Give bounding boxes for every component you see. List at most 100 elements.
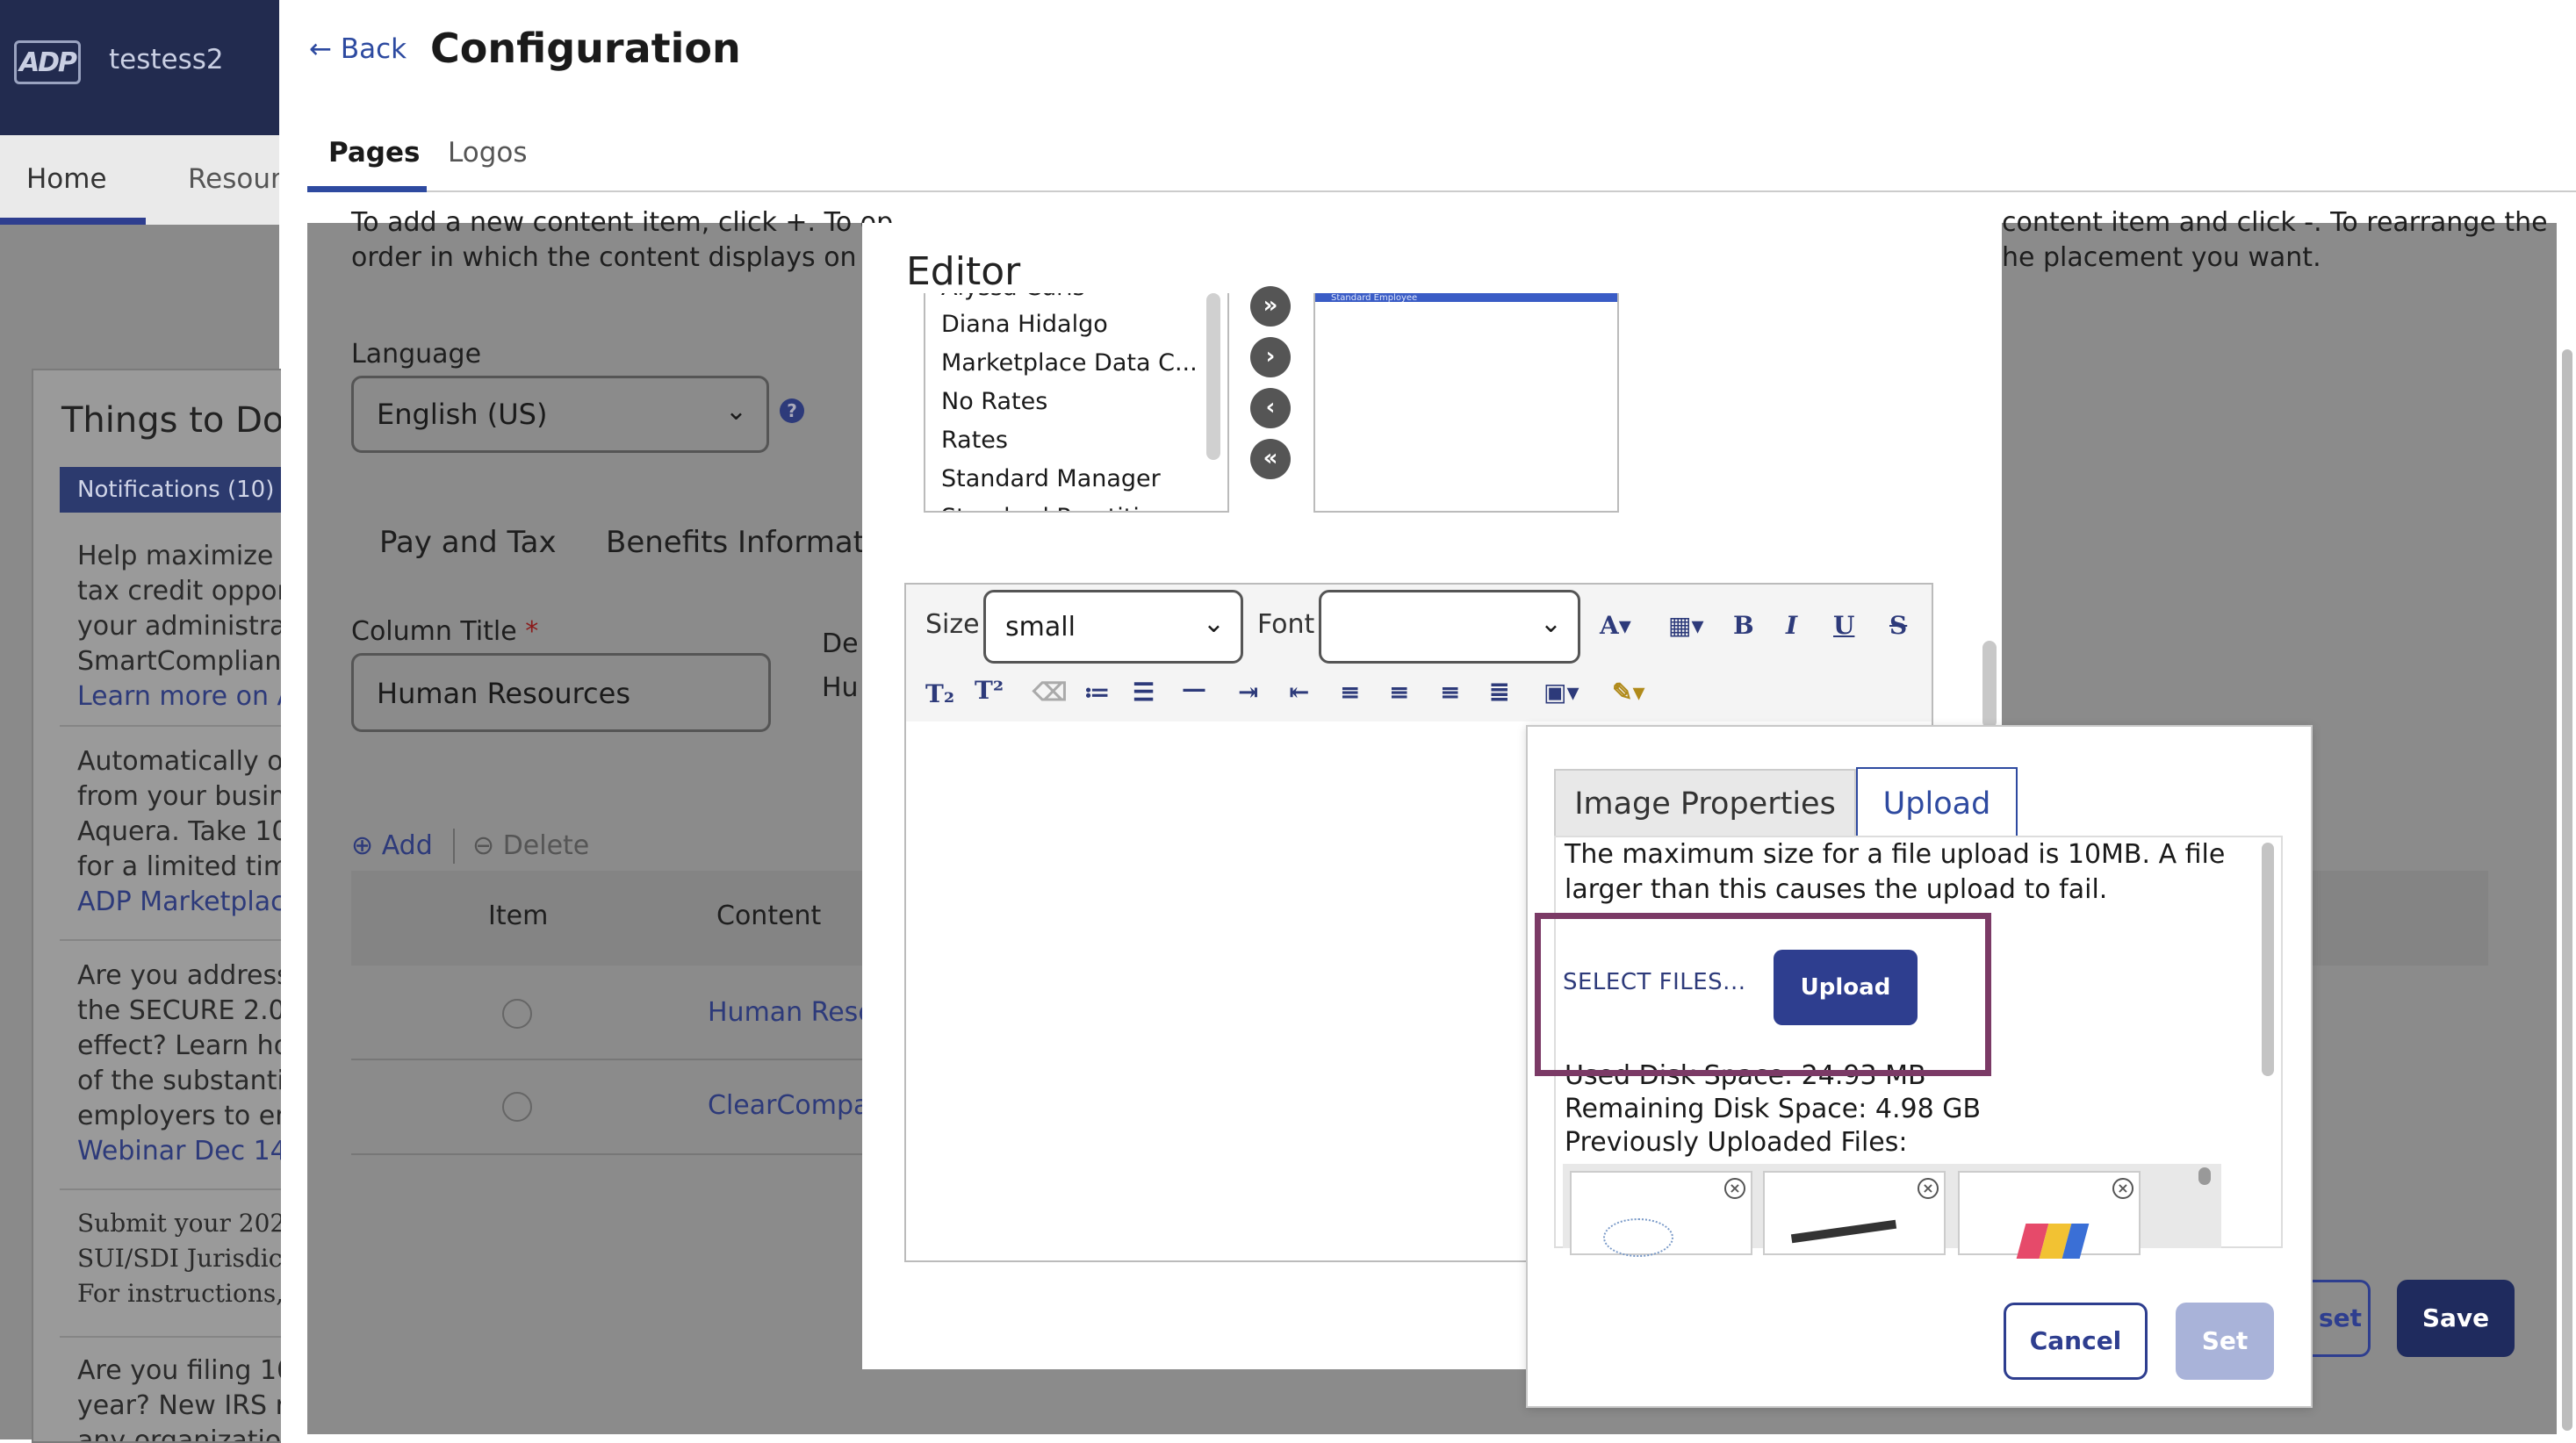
set-button[interactable]: Set (2176, 1303, 2274, 1380)
back-link[interactable]: ← Back (309, 33, 407, 65)
delete-button[interactable]: ⊖ Delete (472, 830, 589, 861)
upload-button[interactable]: Upload (1774, 950, 1918, 1025)
description-value: Hu (822, 672, 859, 703)
row-radio[interactable] (502, 999, 532, 1029)
page-title: Configuration (430, 25, 741, 72)
strikethrough-icon[interactable]: S (1889, 611, 1907, 640)
adp-logo: ADP (14, 40, 81, 84)
column-title-input[interactable]: Human Resources (351, 653, 771, 732)
size-label: Size (925, 609, 980, 640)
list-item[interactable]: Standard Practiti (941, 504, 1140, 511)
font-select[interactable]: ⌄ (1319, 590, 1580, 664)
image-icon[interactable]: ▣▾ (1543, 678, 1579, 707)
todo-link[interactable]: Webinar Dec 14 (77, 1134, 281, 1169)
row-radio[interactable] (502, 1092, 532, 1122)
reset-button[interactable]: set (2313, 1280, 2371, 1357)
list-item[interactable]: Marketplace Data C... (941, 349, 1198, 377)
divider (60, 725, 281, 727)
arrow-left-icon: ← (309, 33, 332, 65)
align-justify-icon[interactable]: ≣ (1489, 678, 1509, 707)
move-right-icon[interactable]: › (1250, 337, 1291, 377)
list-item[interactable]: Rates (941, 427, 1008, 454)
tab-pages-underline (307, 186, 427, 192)
divider (453, 829, 455, 864)
description-label: De (822, 628, 859, 659)
remaining-disk-space: Remaining Disk Space: 4.98 GB (1565, 1094, 1982, 1124)
todo-link[interactable]: ADP Marketplac (77, 885, 281, 920)
unordered-list-icon[interactable]: ☰ (1133, 678, 1155, 707)
chevron-down-icon: ⌄ (724, 396, 747, 427)
subscript-icon[interactable]: T₂ (925, 679, 954, 708)
selected-list-item[interactable]: Standard Employee (1315, 293, 1617, 302)
things-to-do-card: Things to Do Notifications (10) Help max… (32, 369, 281, 1443)
divider (60, 939, 281, 941)
select-files-link[interactable]: SELECT FILES... (1563, 969, 1745, 995)
list-item[interactable]: No Rates (941, 388, 1047, 415)
todo-link[interactable]: Learn more on A (77, 679, 281, 714)
list-item[interactable]: Alyssa Curis (941, 293, 1085, 301)
nav-home-underline (0, 218, 146, 225)
todo-item: Help maximize y tax credit oppor your ad… (77, 539, 281, 714)
things-to-do-title: Things to Do (61, 400, 281, 441)
help-icon[interactable]: ? (780, 398, 804, 423)
editor-scrollbar[interactable] (1982, 641, 1997, 729)
thumbnail-image (1790, 1219, 1897, 1244)
thumbnail-scrollbar[interactable] (2198, 1167, 2211, 1185)
horizontal-rule-icon[interactable]: — (1182, 674, 1206, 703)
outdent-icon[interactable]: ⇤ (1289, 678, 1309, 707)
file-thumbnail[interactable]: × (1763, 1171, 1946, 1255)
eraser-icon[interactable]: ⌫ (1033, 678, 1068, 707)
plus-circle-icon: ⊕ (351, 830, 374, 861)
page-scrollbar[interactable] (2562, 349, 2572, 1431)
background-color-icon[interactable]: ▦▾ (1668, 611, 1704, 640)
font-label: Font (1257, 609, 1315, 640)
selected-roles-list[interactable] (1313, 293, 1619, 513)
underline-icon[interactable]: U (1833, 611, 1854, 640)
text-color-icon[interactable]: A▾ (1600, 611, 1631, 640)
align-left-icon[interactable]: ≡ (1340, 678, 1360, 707)
tab-image-properties[interactable]: Image Properties (1554, 769, 1856, 836)
file-thumbnail[interactable]: × (1958, 1171, 2141, 1259)
nav-home[interactable]: Home (26, 163, 107, 195)
cancel-button[interactable]: Cancel (2004, 1303, 2148, 1380)
align-center-icon[interactable]: ≡ (1440, 678, 1460, 707)
save-button[interactable]: Save (2397, 1280, 2515, 1357)
bold-icon[interactable]: B (1733, 611, 1754, 640)
list-item[interactable]: Diana Hidalgo (941, 311, 1108, 338)
move-all-right-icon[interactable]: » (1250, 286, 1291, 327)
tab-pay-and-tax[interactable]: Pay and Tax (379, 525, 557, 560)
superscript-icon[interactable]: T² (975, 676, 1004, 705)
list-scrollbar[interactable] (1206, 293, 1220, 460)
remove-icon[interactable]: × (2112, 1178, 2133, 1199)
available-roles-list[interactable]: Alyssa Curis Diana Hidalgo Marketplace D… (924, 293, 1229, 513)
list-item[interactable]: Standard Manager (941, 465, 1161, 492)
size-select[interactable]: small ⌄ (983, 590, 1243, 664)
tab-upload[interactable]: Upload (1856, 767, 2018, 837)
tab-logos[interactable]: Logos (448, 137, 528, 169)
previous-files-label: Previously Uploaded Files: (1565, 1127, 1908, 1158)
remove-icon[interactable]: × (1918, 1178, 1939, 1199)
tab-benefits-information[interactable]: Benefits Informati (606, 525, 862, 560)
notifications-tab[interactable]: Notifications (10) (60, 467, 281, 513)
file-thumbnail[interactable]: × (1570, 1171, 1752, 1257)
ordered-list-icon[interactable]: ≔ (1083, 678, 1110, 707)
chevron-down-icon: ⌄ (1202, 608, 1225, 639)
todo-item: Are you address the SECURE 2.0 effect? L… (77, 958, 281, 1169)
remove-icon[interactable]: × (1724, 1178, 1745, 1199)
table-row-link[interactable]: ClearCompa (708, 1090, 862, 1121)
table-row-link[interactable]: Human Reso (708, 997, 862, 1028)
todo-item: Automatically or from your busine Aquera… (77, 744, 281, 920)
align-right-icon[interactable]: ≡ (1389, 678, 1409, 707)
upload-panel-scrollbar[interactable] (2262, 843, 2274, 1076)
tab-pages[interactable]: Pages (328, 137, 420, 169)
add-button[interactable]: ⊕ Add (351, 830, 433, 861)
move-left-icon[interactable]: ‹ (1250, 388, 1291, 428)
move-all-left-icon[interactable]: « (1250, 439, 1291, 479)
indent-icon[interactable]: ⇥ (1238, 678, 1258, 707)
language-select[interactable]: English (US) ⌄ (351, 376, 769, 453)
nav-resources[interactable]: Resources (188, 163, 279, 195)
italic-icon[interactable]: I (1786, 611, 1797, 640)
link-icon[interactable]: ✎▾ (1612, 678, 1645, 707)
company-name: testess2 (109, 44, 224, 75)
column-header-content: Content (716, 901, 822, 931)
